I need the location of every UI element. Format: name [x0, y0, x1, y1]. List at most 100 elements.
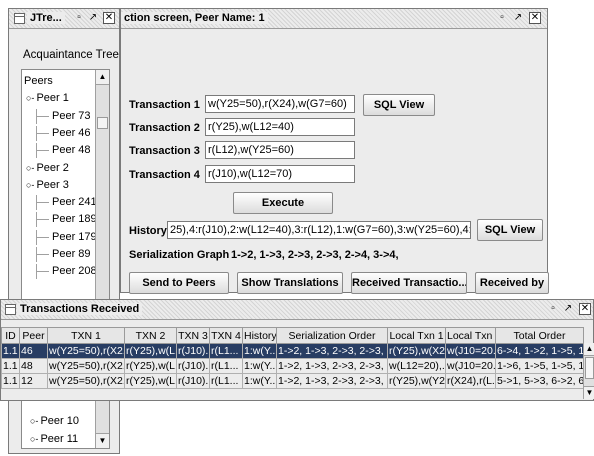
received-transactions-table[interactable]: ID Peer TXN 1 TXN 2 TXN 3 TXN 4 History Seriali…	[1, 327, 584, 389]
table-cell[interactable]: 1:w(Y...	[242, 373, 277, 389]
table-cell[interactable]: 1:w(Y...	[242, 358, 277, 374]
column-header[interactable]: History	[242, 327, 277, 344]
tree-node[interactable]: ○- Peer 1	[26, 91, 69, 106]
transaction-3-field[interactable]: r(L12),w(Y25=60)	[205, 141, 355, 159]
transaction-1-field[interactable]: w(Y25=50),r(X24),w(G7=60)	[205, 95, 355, 113]
close-icon[interactable]: ✕	[103, 12, 115, 24]
column-header[interactable]: Serialization Order	[276, 327, 388, 344]
tree-node[interactable]: ○- Peer 3	[26, 178, 69, 193]
sql-view-button-history[interactable]: SQL View	[477, 219, 543, 241]
transaction-4-label: Transaction 4	[129, 169, 200, 181]
column-header[interactable]: Total Order	[495, 327, 584, 344]
table-cell[interactable]: w(L12=20),...	[387, 358, 446, 374]
restore-icon[interactable]: ▫	[547, 303, 559, 315]
table-cell[interactable]: r(L1...	[209, 373, 243, 389]
tree-toggle-icon[interactable]: ○-	[30, 416, 38, 426]
tree-node[interactable]: Peer 48	[36, 143, 91, 159]
maximize-icon[interactable]: ↗	[512, 12, 524, 24]
transaction-3-label: Transaction 3	[129, 145, 200, 157]
scroll-thumb[interactable]	[585, 357, 594, 379]
close-icon[interactable]: ✕	[579, 303, 591, 315]
table-cell[interactable]: 12	[19, 373, 48, 389]
table-cell[interactable]: 1.1	[1, 358, 20, 374]
table-cell[interactable]: w(J10=20...	[445, 343, 496, 359]
column-header[interactable]: TXN 3	[176, 327, 210, 344]
transaction-4-field[interactable]: r(J10),w(L12=70)	[205, 165, 355, 183]
column-header[interactable]: ID	[1, 327, 20, 344]
tree-toggle-icon[interactable]: ○-	[26, 180, 34, 190]
maximize-icon[interactable]: ↗	[87, 12, 99, 24]
table-row[interactable]: 1.148w(Y25=50),r(X2...r(Y25),w(L...r(J10…	[1, 358, 584, 374]
table-row[interactable]: 1.146w(Y25=50),r(X2...r(Y25),w(L...r(J10…	[1, 343, 584, 359]
table-cell[interactable]: r(X24),r(L...	[445, 373, 496, 389]
tree-node[interactable]: ○- Peer 10	[30, 414, 79, 429]
tree-window-titlebar[interactable]: JTre... ▫ ↗ ✕	[9, 9, 119, 29]
column-header[interactable]: TXN 2	[124, 327, 177, 344]
tree-node[interactable]: Peer 73	[36, 108, 91, 124]
table-cell[interactable]: w(Y25=50),r(X2...	[47, 343, 125, 359]
table-cell[interactable]: w(J10=20...	[445, 358, 496, 374]
table-cell[interactable]: r(J10)...	[176, 358, 210, 374]
tree-node[interactable]: Peer 189	[36, 212, 97, 228]
main-window-titlebar[interactable]: ction screen, Peer Name: 1 ▫ ↗ ✕	[121, 9, 547, 29]
close-icon[interactable]: ✕	[529, 12, 541, 24]
received-transactions-button[interactable]: Received Transactio...	[351, 272, 467, 294]
table-cell[interactable]: 1->2, 1->3, 2->3, 2->3, 2->...	[276, 358, 388, 374]
received-window-titlebar[interactable]: Transactions Received ▫ ↗ ✕	[1, 300, 593, 320]
table-cell[interactable]: 1->2, 1->3, 2->3, 2->3, 2->...	[276, 373, 388, 389]
scroll-down-icon[interactable]: ▼	[584, 386, 594, 399]
execute-button[interactable]: Execute	[233, 192, 333, 214]
table-cell[interactable]: r(Y25),w(Y2...	[387, 373, 446, 389]
tree-node[interactable]: Peers	[24, 74, 53, 89]
tree-node[interactable]: Peer 46	[36, 125, 91, 141]
restore-icon[interactable]: ▫	[496, 12, 508, 24]
table-cell[interactable]: 1.1	[1, 343, 20, 359]
received-by-button[interactable]: Received by	[475, 272, 549, 294]
column-header[interactable]: Local Txn 1	[387, 327, 446, 344]
tree-node[interactable]: Peer 89	[36, 247, 91, 262]
tree-node[interactable]: ○- Peer 11	[30, 432, 78, 447]
table-cell[interactable]: r(Y25),w(L...	[124, 343, 177, 359]
table-cell[interactable]: r(J10)...	[176, 343, 210, 359]
scroll-thumb[interactable]	[97, 117, 108, 129]
column-header[interactable]: TXN 1	[47, 327, 125, 344]
tree-node[interactable]: ○- Peer 2	[26, 161, 69, 176]
send-to-peers-button[interactable]: Send to Peers	[129, 272, 229, 294]
tree-node[interactable]: Peer 179	[36, 229, 97, 245]
column-header[interactable]: Local Txn 2	[445, 327, 496, 344]
table-cell[interactable]: r(Y25),w(L...	[124, 358, 177, 374]
column-header[interactable]: Peer	[19, 327, 48, 344]
table-cell[interactable]: 1->2, 1->3, 2->3, 2->3, 2->...	[276, 343, 388, 359]
table-cell[interactable]: 5->1, 5->3, 6->2, 6...	[495, 373, 584, 389]
table-cell[interactable]: 1:w(Y...	[242, 343, 277, 359]
tree-toggle-icon[interactable]: ○-	[26, 163, 34, 173]
table-cell[interactable]: 1->6, 1->5, 1->5, 1...	[495, 358, 584, 374]
table-cell[interactable]: r(Y25),w(L...	[124, 373, 177, 389]
table-scrollbar[interactable]: ▲ ▼	[583, 343, 594, 399]
table-cell[interactable]: r(L1...	[209, 343, 243, 359]
restore-icon[interactable]: ▫	[73, 12, 85, 24]
table-cell[interactable]: w(Y25=50),r(X2...	[47, 373, 125, 389]
scroll-up-icon[interactable]: ▲	[96, 70, 109, 85]
table-cell[interactable]: r(L1...	[209, 358, 243, 374]
table-cell[interactable]: w(Y25=50),r(X2...	[47, 358, 125, 374]
table-cell[interactable]: 1.1	[1, 373, 20, 389]
table-row[interactable]: 1.112w(Y25=50),r(X2...r(Y25),w(L...r(J10…	[1, 373, 584, 389]
history-field[interactable]: 25),4:r(J10),2:w(L12=40),3:r(L12),1:w(G7…	[167, 221, 471, 239]
sql-view-button-top[interactable]: SQL View	[363, 94, 435, 116]
table-cell[interactable]: r(J10)...	[176, 373, 210, 389]
table-cell[interactable]: 46	[19, 343, 48, 359]
show-translations-button[interactable]: Show Translations	[237, 272, 343, 294]
scroll-up-icon[interactable]: ▲	[584, 343, 594, 356]
table-cell[interactable]: 48	[19, 358, 48, 374]
table-cell[interactable]: r(Y25),w(X2...	[387, 343, 446, 359]
maximize-icon[interactable]: ↗	[562, 303, 574, 315]
scroll-down-icon[interactable]: ▼	[96, 433, 109, 448]
transaction-2-field[interactable]: r(Y25),w(L12=40)	[205, 118, 355, 136]
tree-node[interactable]: Peer 208	[36, 264, 97, 280]
table-cell[interactable]: 6->4, 1->2, 1->5, 1...	[495, 343, 584, 359]
tree-toggle-icon[interactable]: ○-	[26, 93, 34, 103]
tree-toggle-icon[interactable]: ○-	[30, 434, 38, 444]
tree-node[interactable]: Peer 241	[36, 195, 97, 211]
column-header[interactable]: TXN 4	[209, 327, 243, 344]
